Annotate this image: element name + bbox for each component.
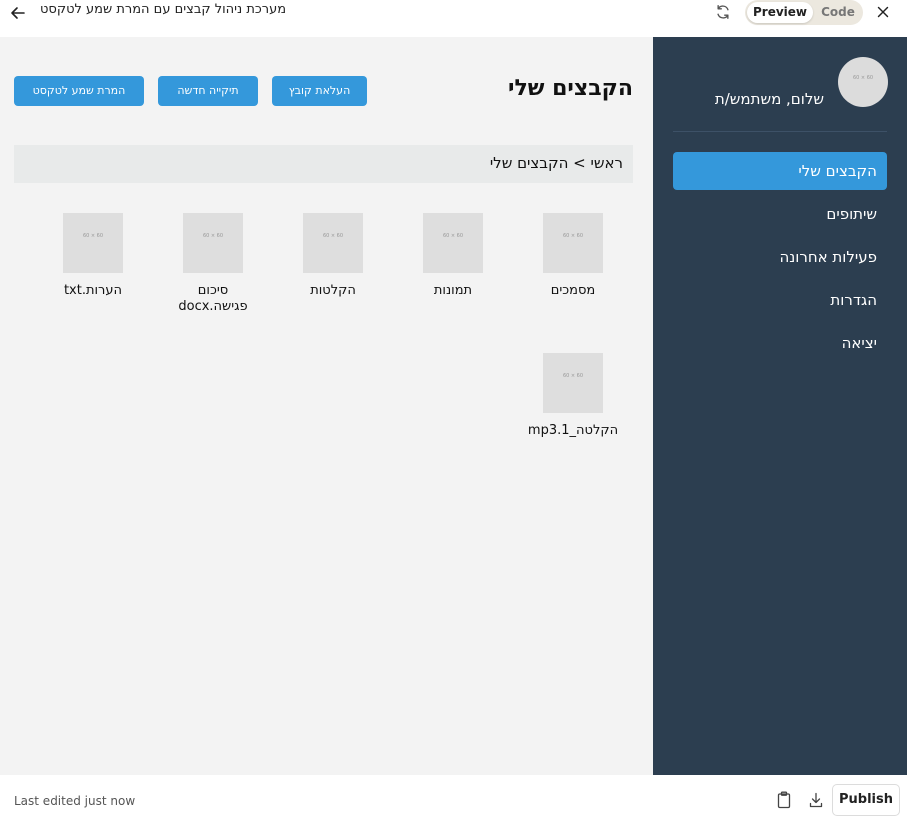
file-name: מסמכים xyxy=(550,283,596,298)
file-item-recordings[interactable]: 60 × 60 הקלטות xyxy=(283,213,383,299)
clipboard-icon[interactable] xyxy=(776,791,792,809)
sidebar-item-shares[interactable]: שיתופים xyxy=(673,195,887,233)
sidebar-item-settings[interactable]: הגדרות xyxy=(673,281,887,319)
file-item-images[interactable]: 60 × 60 תמונות xyxy=(403,213,503,299)
last-edited-status: Last edited just now xyxy=(14,794,136,808)
preview-tab[interactable]: Preview xyxy=(747,2,813,23)
file-thumbnail: 60 × 60 xyxy=(543,353,603,413)
window-title: מערכת ניהול קבצים עם המרת שמע לטקסט xyxy=(40,2,287,17)
download-icon[interactable] xyxy=(808,791,824,809)
publish-button[interactable]: Publish xyxy=(832,784,900,816)
file-item-meeting-summary[interactable]: 60 × 60 סיכום פגישה.docx xyxy=(163,213,263,315)
file-item-recording-1[interactable]: 60 × 60 הקלטה_1.mp3 xyxy=(523,353,623,439)
folder-thumbnail: 60 × 60 xyxy=(543,213,603,273)
file-thumbnail: 60 × 60 xyxy=(63,213,123,273)
preview-code-toggle: Preview Code xyxy=(745,0,863,25)
sidebar-item-my-files[interactable]: הקבצים שלי xyxy=(673,152,887,190)
page-heading: הקבצים שלי xyxy=(507,76,633,101)
sidebar-divider xyxy=(673,131,887,132)
bottom-bar: Last edited just now Publish xyxy=(0,775,907,822)
file-name: הקלטות xyxy=(310,283,356,298)
top-bar: מערכת ניהול קבצים עם המרת שמע לטקסט Prev… xyxy=(0,0,907,37)
user-greeting: שלום, משתמש/ת xyxy=(714,90,824,108)
breadcrumb: ראשי > הקבצים שלי xyxy=(14,145,633,183)
file-name: הקלטה_1.mp3 xyxy=(527,423,619,438)
folder-thumbnail: 60 × 60 xyxy=(303,213,363,273)
file-item-documents[interactable]: 60 × 60 מסמכים xyxy=(523,213,623,299)
close-icon[interactable] xyxy=(874,3,892,21)
avatar: 60 × 60 xyxy=(838,57,888,107)
refresh-icon[interactable] xyxy=(714,3,732,21)
file-name: הערות.txt xyxy=(63,283,123,298)
file-name: תמונות xyxy=(433,283,473,298)
file-thumbnail: 60 × 60 xyxy=(183,213,243,273)
sidebar-nav: הקבצים שלי שיתופים פעילות אחרונה הגדרות … xyxy=(673,152,887,367)
file-name: סיכום פגישה.docx xyxy=(178,283,248,314)
sidebar: 60 × 60 שלום, משתמש/ת הקבצים שלי שיתופים… xyxy=(653,37,907,775)
audio-to-text-button[interactable]: המרת שמע לטקסט xyxy=(14,76,144,106)
sidebar-item-logout[interactable]: יציאה xyxy=(673,324,887,362)
sidebar-item-recent-activity[interactable]: פעילות אחרונה xyxy=(673,238,887,276)
upload-file-button[interactable]: העלאת קובץ xyxy=(272,76,367,106)
file-item-notes[interactable]: 60 × 60 הערות.txt xyxy=(43,213,143,299)
folder-thumbnail: 60 × 60 xyxy=(423,213,483,273)
code-tab[interactable]: Code xyxy=(815,2,861,23)
back-arrow-icon[interactable] xyxy=(8,3,28,23)
new-folder-button[interactable]: תיקייה חדשה xyxy=(158,76,258,106)
main-content: הקבצים שלי העלאת קובץ תיקייה חדשה המרת ש… xyxy=(0,37,653,775)
